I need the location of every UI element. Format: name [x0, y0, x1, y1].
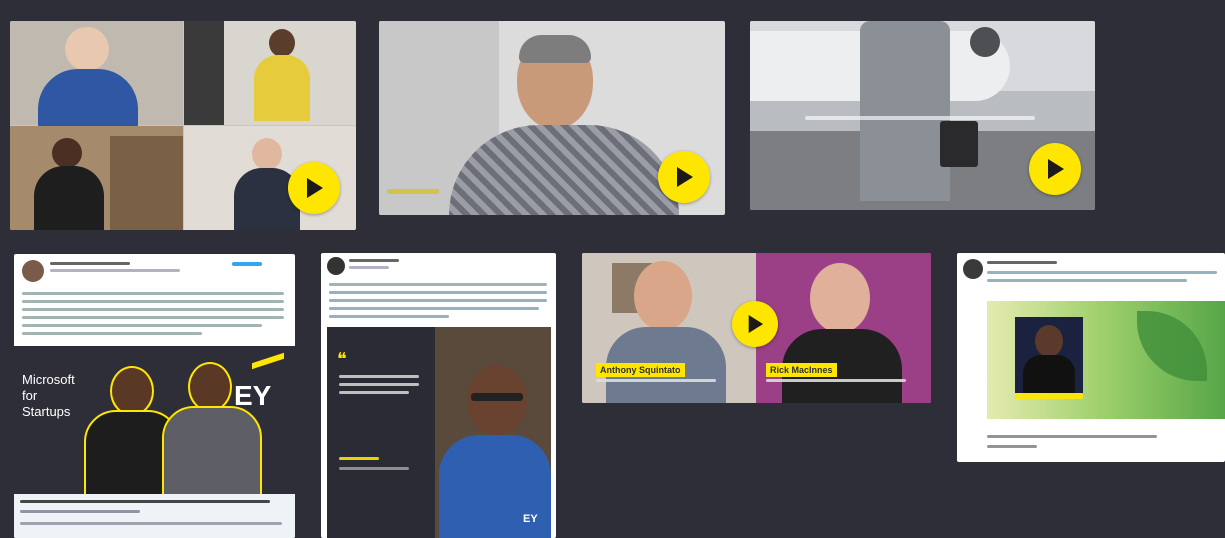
media-brand-left: Microsoft for Startups [22, 372, 75, 419]
quote-line [339, 375, 419, 378]
leaf-decor [1137, 311, 1207, 381]
tweet-text-line [22, 332, 202, 335]
tweet-text-line [329, 283, 547, 286]
quote-line [339, 383, 419, 386]
quadrant-bottom-left [10, 126, 183, 230]
tweet-media[interactable]: Microsoft for Startups EY [14, 346, 295, 496]
briefcase [940, 121, 978, 167]
video-thumbnail-interview[interactable] [379, 21, 725, 215]
tweet-author [349, 259, 399, 262]
title-left [596, 379, 716, 382]
person-hair [519, 35, 591, 63]
ey-beam [252, 352, 284, 370]
speaker-title [339, 467, 409, 470]
avatar [22, 260, 44, 282]
tweet-text-line [22, 316, 284, 319]
tweet-media[interactable]: ❝ EY [327, 327, 551, 538]
tweet-card-microsoft-ey[interactable]: Microsoft for Startups EY [14, 254, 295, 538]
play-button[interactable] [658, 151, 710, 203]
name-tag-right: Rick MacInnes [766, 363, 837, 377]
speaker-label [1015, 393, 1083, 399]
tweet-text-line [987, 279, 1187, 282]
video-brand: EY [523, 513, 538, 525]
person-body [34, 166, 104, 230]
tweet-author [987, 261, 1057, 264]
person-body [860, 21, 950, 201]
speaker-name [339, 457, 379, 460]
tweet-handle [50, 269, 180, 272]
tweet-text-line [22, 308, 284, 311]
tweet-text-line [329, 315, 449, 318]
tweet-author [50, 262, 130, 265]
play-icon [677, 167, 693, 187]
play-button[interactable] [732, 301, 778, 347]
name-tag-left: Anthony Squintato [596, 363, 685, 377]
person-head [110, 366, 154, 416]
video-thumbnail-group-call[interactable] [10, 21, 356, 230]
person-head [810, 263, 870, 333]
media-brand-right: EY [234, 380, 272, 411]
person-body [38, 69, 138, 129]
play-button[interactable] [1029, 143, 1081, 195]
link-title [20, 500, 270, 503]
avatar [327, 257, 345, 275]
tweet-media[interactable] [987, 301, 1225, 419]
person-body [254, 55, 310, 121]
play-icon [1048, 159, 1064, 179]
play-icon [307, 178, 323, 198]
tweet-text-line [987, 271, 1217, 274]
person-silhouette [65, 27, 109, 71]
video-thumbnail-two-speakers[interactable]: Anthony Squintato Rick MacInnes [582, 253, 931, 403]
glasses [471, 393, 523, 401]
person-body [162, 406, 262, 496]
tweet-card-green[interactable] [957, 253, 1225, 462]
title-right [766, 379, 906, 382]
link-desc [20, 522, 282, 525]
play-icon [748, 315, 764, 333]
quote-mark: ❝ [337, 349, 347, 369]
play-button[interactable] [288, 162, 340, 214]
caption-line [805, 116, 1035, 120]
person-silhouette [252, 138, 282, 170]
tweet-text-line [22, 300, 284, 303]
quadrant-top-left [10, 21, 183, 129]
quadrant-top-right [184, 21, 356, 125]
tweet-text-line [329, 307, 539, 310]
speaker-photo [1015, 317, 1083, 393]
lower-third-bar [387, 189, 439, 194]
video-thumbnail-jet[interactable] [750, 21, 1095, 210]
tweet-text-line [22, 324, 262, 327]
follow-button[interactable] [232, 262, 262, 266]
quote-line [339, 391, 409, 394]
avatar [963, 259, 983, 279]
person-silhouette [269, 29, 295, 57]
person-silhouette [52, 138, 82, 168]
person-head [188, 362, 232, 412]
tweet-card-video-quote[interactable]: ❝ EY [321, 253, 556, 538]
tweet-text-line [329, 291, 547, 294]
person-head [634, 261, 692, 331]
tweet-handle [349, 266, 389, 269]
tweet-text-line [329, 299, 547, 302]
tweet-text-line [22, 292, 284, 295]
tweet-footer-line [987, 435, 1157, 438]
link-preview[interactable] [14, 494, 295, 538]
link-desc [20, 510, 140, 513]
tweet-footer-line [987, 445, 1037, 448]
